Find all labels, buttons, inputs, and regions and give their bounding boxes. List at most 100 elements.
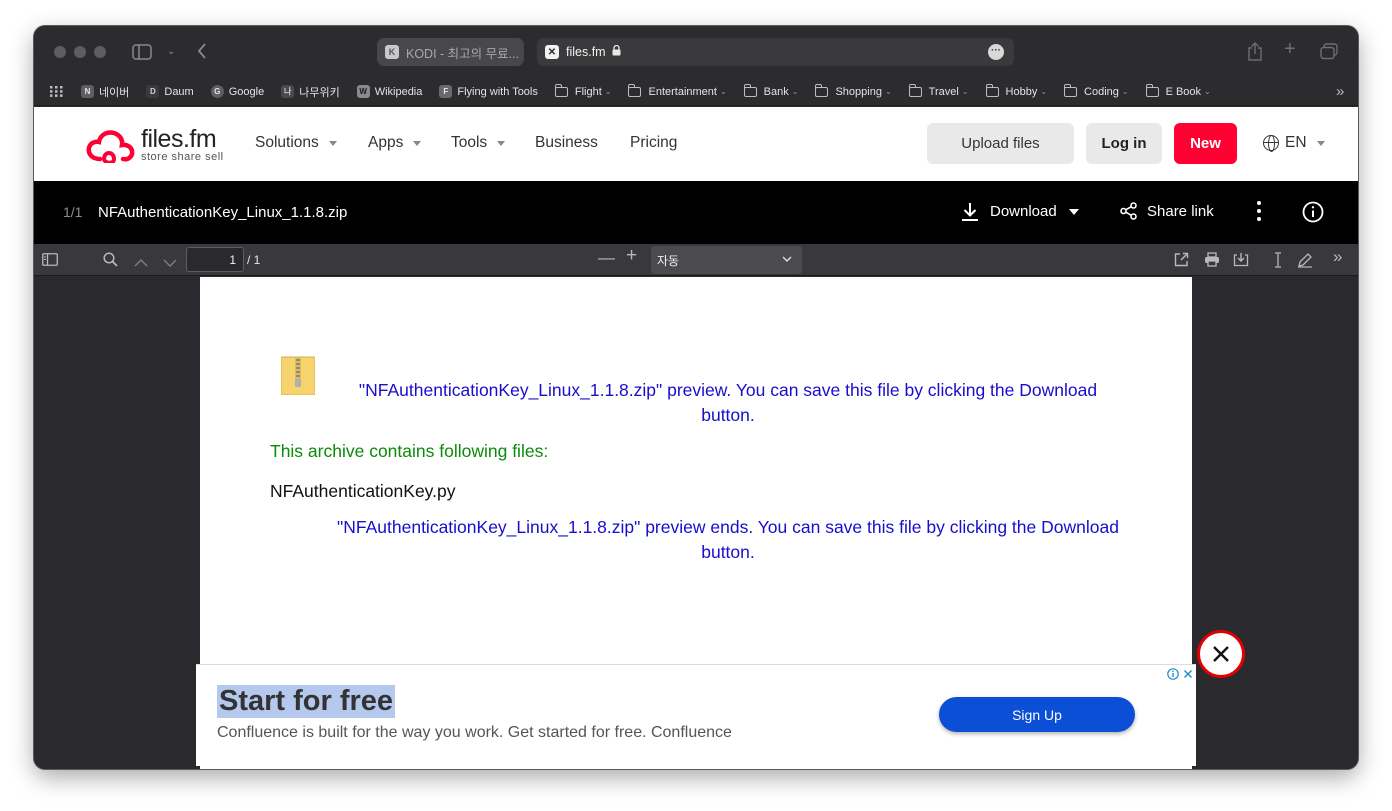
tab-overview-icon[interactable] bbox=[1320, 43, 1338, 62]
bookmark-folder-8[interactable]: Bank ⌄ bbox=[743, 84, 798, 98]
ad-title: Start for free bbox=[217, 685, 396, 718]
bookmark-3[interactable]: 나 나무위키 bbox=[281, 84, 340, 100]
bookmark-folder-13[interactable]: E Book ⌄ bbox=[1145, 84, 1211, 98]
ad-dismiss-icon[interactable] bbox=[1180, 666, 1195, 682]
chevron-down-icon bbox=[782, 254, 792, 265]
download-icon bbox=[961, 202, 979, 221]
bookmark-label: Flying with Tools bbox=[457, 85, 538, 98]
bookmark-label: Hobby bbox=[1005, 85, 1038, 98]
files-fm-logo[interactable]: files.fm store share sell bbox=[86, 125, 236, 165]
tab-group-chevron-down-icon[interactable]: ⌄ bbox=[167, 45, 175, 59]
zoom-in-icon[interactable]: + bbox=[626, 246, 637, 265]
new-button[interactable]: New bbox=[1174, 123, 1237, 164]
share-icon[interactable] bbox=[1247, 42, 1263, 63]
archive-file-entry: NFAuthenticationKey.py bbox=[270, 481, 456, 501]
language-selector[interactable]: EN bbox=[1263, 134, 1325, 152]
bookmark-folder-12[interactable]: Coding ⌄ bbox=[1064, 84, 1129, 98]
save-download-icon[interactable] bbox=[1233, 252, 1249, 270]
folder-icon bbox=[908, 84, 922, 97]
nav-business[interactable]: Business bbox=[535, 134, 598, 152]
preview-end-text-cont: button. bbox=[701, 542, 755, 562]
lock-icon bbox=[612, 44, 621, 59]
minimize-window-button[interactable] bbox=[74, 46, 86, 58]
zoom-select[interactable]: 자동 bbox=[651, 246, 802, 274]
next-page-chevron-down-icon[interactable] bbox=[163, 255, 177, 271]
archive-contents-heading: This archive contains following files: bbox=[270, 441, 549, 461]
bookmark-label: Wikipedia bbox=[374, 85, 423, 98]
sidebar-toggle-icon[interactable] bbox=[132, 44, 152, 62]
nav-pricing[interactable]: Pricing bbox=[630, 134, 677, 152]
bookmark-label: Travel bbox=[928, 85, 959, 98]
download-button[interactable]: Download bbox=[961, 202, 1079, 221]
bookmark-folder-6[interactable]: Flight ⌄ bbox=[554, 84, 612, 98]
bookmark-label: Flight bbox=[574, 85, 602, 98]
cloud-logo-icon bbox=[86, 130, 135, 163]
title-bar: ⌄ K KODI - 최고의 무료... ✕ files.fm ··· + bbox=[34, 26, 1358, 78]
bookmark-favicon-icon: G bbox=[210, 85, 224, 98]
logo-name: files.fm bbox=[141, 125, 217, 153]
print-icon[interactable] bbox=[1204, 252, 1220, 270]
bookmark-folder-11[interactable]: Hobby ⌄ bbox=[985, 84, 1047, 98]
nav-apps-label: Apps bbox=[368, 134, 404, 151]
page-menu-icon[interactable]: ··· bbox=[988, 44, 1004, 60]
more-options-icon[interactable] bbox=[1256, 201, 1262, 225]
pdf-sidebar-toggle-icon[interactable] bbox=[42, 253, 58, 269]
bookmark-folder-7[interactable]: Entertainment ⌄ bbox=[628, 84, 727, 98]
bookmark-2[interactable]: G Google bbox=[210, 85, 265, 98]
globe-icon bbox=[1263, 135, 1279, 152]
bookmark-folder-9[interactable]: Shopping ⌄ bbox=[815, 84, 892, 98]
preview-end-text: "NFAuthenticationKey_Linux_1.1.8.zip" pr… bbox=[337, 517, 1119, 537]
bookmark-folder-10[interactable]: Travel ⌄ bbox=[908, 84, 969, 98]
bookmark-favicon-icon: W bbox=[356, 85, 370, 98]
caret-down-icon bbox=[1316, 140, 1325, 146]
new-tab-icon[interactable]: + bbox=[1284, 39, 1296, 59]
ad-choices[interactable] bbox=[1165, 666, 1195, 682]
browser-window: ⌄ K KODI - 최고의 무료... ✕ files.fm ··· + N네… bbox=[34, 26, 1358, 769]
preview-start-text-cont: button. bbox=[701, 405, 755, 425]
chevron-down-icon: ⌄ bbox=[604, 87, 612, 96]
share-link-label: Share link bbox=[1147, 202, 1214, 220]
login-button[interactable]: Log in bbox=[1086, 123, 1162, 164]
tab-files-fm[interactable]: ✕ files.fm ··· bbox=[537, 38, 1014, 66]
bookmark-label: Google bbox=[228, 85, 265, 98]
caret-down-icon bbox=[1068, 208, 1079, 215]
bookmark-5[interactable]: F Flying with Tools bbox=[439, 85, 538, 98]
page-number-input[interactable] bbox=[186, 247, 244, 272]
close-window-button[interactable] bbox=[54, 46, 66, 58]
share-link-button[interactable]: Share link bbox=[1120, 202, 1214, 220]
tab-kodi[interactable]: K KODI - 최고의 무료... bbox=[377, 38, 524, 66]
bookmark-0[interactable]: N 네이버 bbox=[81, 84, 129, 100]
text-cursor-icon[interactable] bbox=[1273, 252, 1283, 271]
nav-tools-label: Tools bbox=[451, 134, 488, 151]
folder-icon bbox=[628, 84, 642, 97]
nav-tools[interactable]: Tools bbox=[451, 134, 506, 152]
zoom-out-icon[interactable]: — bbox=[598, 249, 615, 266]
apps-grid-icon[interactable] bbox=[50, 86, 63, 97]
folder-icon bbox=[1064, 84, 1078, 97]
open-external-icon[interactable] bbox=[1174, 252, 1189, 270]
more-bookmarks-icon[interactable]: » bbox=[1336, 83, 1344, 100]
nav-solutions[interactable]: Solutions bbox=[255, 134, 337, 152]
advertisement-banner[interactable]: Start for free Confluence is built for t… bbox=[196, 664, 1196, 766]
folder-icon bbox=[815, 84, 829, 97]
previous-page-chevron-up-icon[interactable] bbox=[134, 254, 148, 270]
bookmark-4[interactable]: W Wikipedia bbox=[356, 85, 423, 98]
ad-close-button[interactable] bbox=[1197, 630, 1245, 678]
files-fm-favicon-icon: ✕ bbox=[545, 45, 559, 59]
info-icon[interactable] bbox=[1302, 201, 1324, 228]
tab-title: files.fm bbox=[566, 45, 606, 59]
ad-info-icon[interactable] bbox=[1165, 666, 1180, 682]
chevron-down-icon: ⌄ bbox=[719, 87, 727, 96]
bookmark-label: Daum bbox=[164, 85, 194, 98]
ad-sign-up-button[interactable]: Sign Up bbox=[939, 697, 1135, 732]
zoom-window-button[interactable] bbox=[94, 46, 106, 58]
more-tools-icon[interactable]: » bbox=[1333, 248, 1342, 265]
upload-files-button[interactable]: Upload files bbox=[927, 123, 1074, 164]
bookmark-1[interactable]: D Daum bbox=[146, 85, 194, 98]
nav-apps[interactable]: Apps bbox=[368, 134, 422, 152]
draw-pen-icon[interactable] bbox=[1297, 252, 1313, 271]
back-icon[interactable] bbox=[197, 42, 207, 62]
bookmark-label: 나무위키 bbox=[299, 86, 340, 99]
folder-icon bbox=[985, 84, 999, 97]
find-search-icon[interactable] bbox=[103, 252, 118, 270]
